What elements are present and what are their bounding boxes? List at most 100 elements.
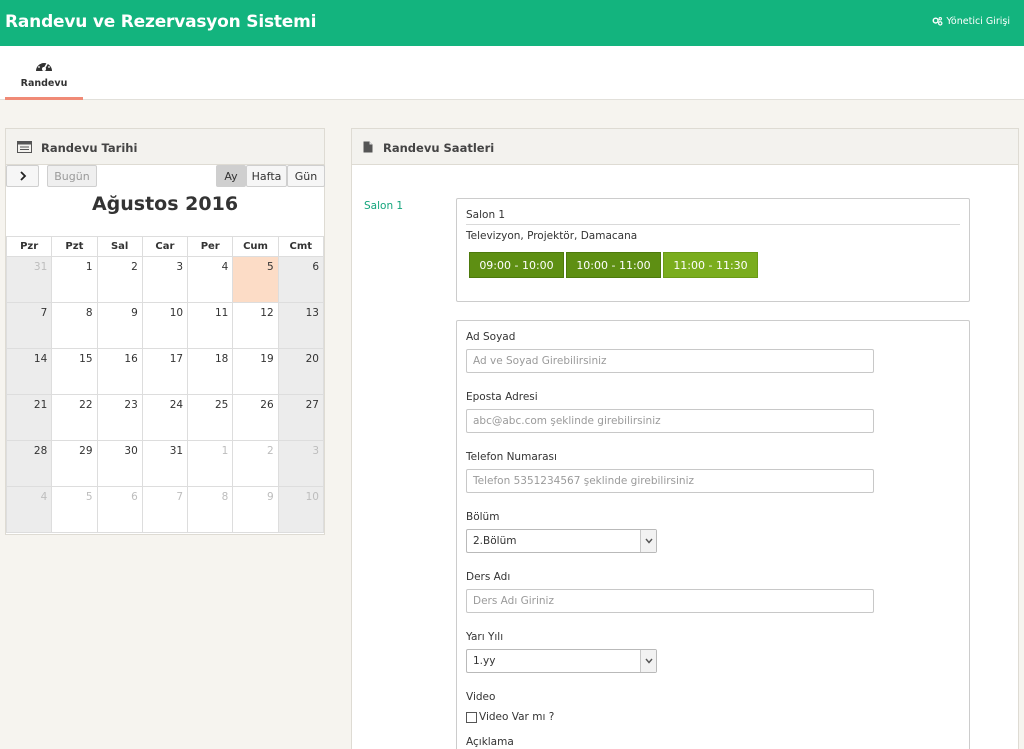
phone-label: Telefon Numarası [466, 451, 557, 463]
calendar-day[interactable]: 24 [141, 394, 189, 441]
semester-label: Yarı Yılı [466, 631, 504, 643]
chevron-down-icon [640, 530, 656, 552]
calendar-day[interactable]: 4 [5, 486, 53, 533]
calendar-day[interactable]: 1 [51, 256, 98, 303]
nav-bar: Randevu [0, 46, 1024, 100]
view-day-button[interactable]: Gün [287, 165, 325, 187]
hours-panel-header: Randevu Saatleri [352, 129, 1018, 165]
description-label: Açıklama [466, 736, 514, 748]
calendar-day[interactable]: 2 [96, 256, 143, 303]
calendar-day[interactable]: 4 [187, 256, 234, 303]
time-slot-button[interactable]: 09:00 - 10:00 [469, 252, 564, 278]
month-calendar-grid: Pzr Pzt Sal Car Per Cum Cmt 31 1 2 3 4 5… [5, 236, 325, 533]
calendar-day[interactable]: 31 [141, 440, 189, 487]
name-input[interactable]: Ad ve Soyad Girebilirsiniz [466, 349, 874, 373]
calendar-day[interactable]: 31 [5, 256, 53, 303]
calendar-day[interactable]: 13 [277, 302, 325, 349]
calendar-panel-title: Randevu Tarihi [41, 141, 138, 155]
calendar-day[interactable]: 7 [5, 302, 53, 349]
weekday-header: Pzr [5, 236, 53, 257]
calendar-day[interactable]: 1 [187, 440, 234, 487]
salon-link[interactable]: Salon 1 [364, 200, 403, 212]
tab-randevu[interactable]: Randevu [5, 46, 83, 100]
calendar-day[interactable]: 25 [187, 394, 234, 441]
calendar-day[interactable]: 23 [96, 394, 143, 441]
email-label: Eposta Adresi [466, 391, 538, 403]
calendar-day[interactable]: 30 [96, 440, 143, 487]
gears-icon [932, 17, 943, 26]
semester-select[interactable]: 1.yy [466, 649, 657, 673]
email-input[interactable]: abc@abc.com şeklinde girebilirsiniz [466, 409, 874, 433]
calendar-day[interactable]: 3 [277, 440, 325, 487]
calendar-day[interactable]: 22 [51, 394, 98, 441]
calendar-day[interactable]: 18 [187, 348, 234, 395]
calendar-panel-header: Randevu Tarihi [6, 129, 324, 165]
calendar-day[interactable]: 3 [141, 256, 189, 303]
video-label: Video [466, 691, 496, 703]
calendar-day[interactable]: 19 [232, 348, 279, 395]
calendar-list-icon [17, 141, 32, 153]
calendar-day[interactable]: 16 [96, 348, 143, 395]
salon-equipment: Televizyon, Projektör, Damacana [466, 230, 638, 242]
phone-input[interactable]: Telefon 5351234567 şeklinde girebilirsin… [466, 469, 874, 493]
calendar-day-today[interactable]: 5 [232, 256, 279, 303]
chevron-right-icon [19, 171, 26, 181]
view-month-button[interactable]: Ay [216, 165, 246, 187]
calendar-day[interactable]: 27 [277, 394, 325, 441]
today-button[interactable]: Bugün [47, 165, 97, 187]
weekday-header: Sal [96, 236, 143, 257]
calendar-day[interactable]: 26 [232, 394, 279, 441]
calendar-day[interactable]: 12 [232, 302, 279, 349]
app-title: Randevu ve Rezervasyon Sistemi [5, 12, 317, 32]
video-checkbox-row[interactable]: Video Var mı ? [466, 711, 554, 723]
calendar-day[interactable]: 11 [187, 302, 234, 349]
name-label: Ad Soyad [466, 331, 516, 343]
view-week-button[interactable]: Hafta [246, 165, 287, 187]
calendar-day[interactable]: 2 [232, 440, 279, 487]
calendar-day[interactable]: 29 [51, 440, 98, 487]
calendar-day[interactable]: 10 [141, 302, 189, 349]
calendar-day[interactable]: 28 [5, 440, 53, 487]
calendar-day[interactable]: 14 [5, 348, 53, 395]
top-bar: Randevu ve Rezervasyon Sistemi Yönetici … [0, 0, 1024, 46]
calendar-day[interactable]: 9 [232, 486, 279, 533]
calendar-day[interactable]: 10 [277, 486, 325, 533]
calendar-day[interactable]: 6 [277, 256, 325, 303]
calendar-day[interactable]: 5 [51, 486, 98, 533]
admin-login-label: Yönetici Girişi [946, 16, 1010, 27]
weekday-header: Cmt [277, 236, 325, 257]
calendar-day[interactable]: 15 [51, 348, 98, 395]
document-icon [363, 141, 373, 153]
weekday-header: Car [141, 236, 189, 257]
calendar-day[interactable]: 8 [51, 302, 98, 349]
calendar-day[interactable]: 6 [96, 486, 143, 533]
hours-panel: Randevu Saatleri Salon 1 Salon 1 Televiz… [351, 128, 1019, 749]
calendar-panel: Randevu Tarihi Bugün Ay Hafta Gün Ağusto… [5, 128, 325, 535]
next-month-button[interactable] [6, 165, 39, 187]
department-label: Bölüm [466, 511, 500, 523]
calendar-month-title: Ağustos 2016 [91, 193, 239, 215]
admin-login-link[interactable]: Yönetici Girişi [932, 16, 1010, 27]
department-select[interactable]: 2.Bölüm [466, 529, 657, 553]
course-label: Ders Adı [466, 571, 511, 583]
video-checkbox[interactable] [466, 711, 477, 723]
calendar-day[interactable]: 17 [141, 348, 189, 395]
tab-randevu-label: Randevu [20, 78, 68, 89]
salon-name: Salon 1 [466, 209, 506, 221]
time-slot-button[interactable]: 10:00 - 11:00 [566, 252, 661, 278]
salon-card: Salon 1 Televizyon, Projektör, Damacana … [456, 198, 970, 302]
calendar-day[interactable]: 21 [5, 394, 53, 441]
video-checkbox-label: Video Var mı ? [479, 711, 555, 723]
calendar-day[interactable]: 7 [141, 486, 189, 533]
course-input[interactable]: Ders Adı Giriniz [466, 589, 874, 613]
dashboard-icon [36, 60, 52, 71]
weekday-header: Cum [232, 236, 279, 257]
calendar-day[interactable]: 20 [277, 348, 325, 395]
weekday-header: Pzt [51, 236, 98, 257]
department-value: 2.Bölüm [473, 535, 517, 547]
semester-value: 1.yy [473, 655, 496, 667]
calendar-day[interactable]: 9 [96, 302, 143, 349]
hours-panel-title: Randevu Saatleri [383, 141, 495, 155]
calendar-day[interactable]: 8 [187, 486, 234, 533]
time-slot-button[interactable]: 11:00 - 11:30 [663, 252, 758, 278]
